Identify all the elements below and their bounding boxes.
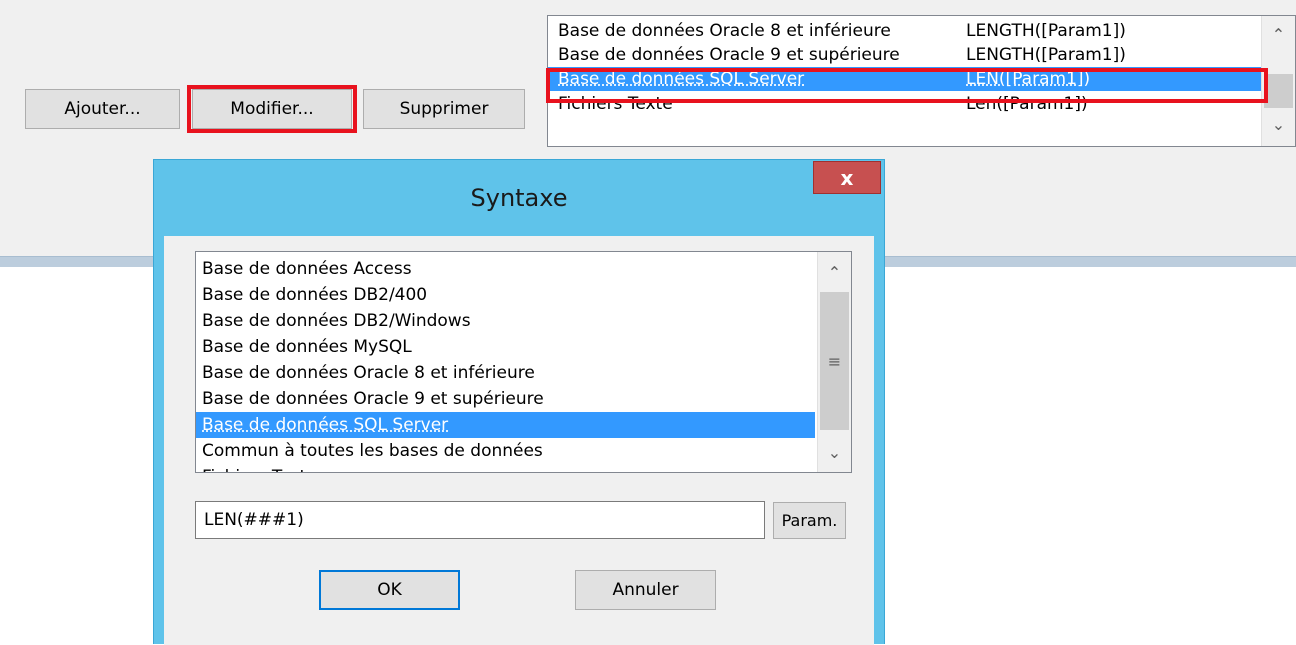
scroll-up-arrow-icon[interactable]: ⌃ <box>818 258 851 286</box>
add-button[interactable]: Ajouter... <box>25 89 180 129</box>
list-item[interactable]: Base de données SQL Server <box>196 412 815 438</box>
list-item[interactable]: Base de données DB2/400 <box>196 282 815 308</box>
param-button[interactable]: Param. <box>773 502 846 539</box>
list-item[interactable]: Fichiers Texte <box>196 464 815 472</box>
cancel-button[interactable]: Annuler <box>575 570 716 610</box>
table-cell-syntax: Len([Param1]) <box>966 94 1088 114</box>
ok-button[interactable]: OK <box>319 570 460 610</box>
syntax-dialog: Syntaxe x Fichiers Texte Commun à toutes … <box>153 159 885 645</box>
scroll-grip-icon: ≡ <box>827 351 842 371</box>
list-item-label: Base de données MySQL <box>202 337 412 357</box>
list-item[interactable]: Base de données Access <box>196 256 815 282</box>
list-item[interactable]: Base de données MySQL <box>196 334 815 360</box>
list-item[interactable]: Base de données Oracle 9 et supérieure <box>196 386 815 412</box>
table-cell-database: Fichiers Texte <box>558 94 673 114</box>
table-row[interactable]: Fichiers Texte Len([Param1]) <box>548 92 1262 116</box>
table-cell-database: Base de données SQL Server <box>558 69 805 89</box>
table-cell-syntax: LENGTH([Param1]) <box>966 21 1126 41</box>
list-item-label: Commun à toutes les bases de données <box>202 441 543 461</box>
dialog-title: Syntaxe <box>470 184 568 212</box>
table-cell-database: Base de données Oracle 9 et supérieure <box>558 45 900 65</box>
table-cell-syntax: LENGTH([Param1]) <box>966 45 1126 65</box>
syntax-input[interactable] <box>195 501 765 539</box>
list-item-label: Fichiers Texte <box>202 467 317 472</box>
scroll-down-arrow-icon[interactable]: ⌄ <box>818 438 851 466</box>
scroll-up-arrow-icon[interactable]: ⌃ <box>1262 20 1295 48</box>
table-cell-database: Base de données Oracle 8 et inférieure <box>558 21 891 41</box>
table-row[interactable]: Base de données SQL Server LEN([Param1]) <box>548 67 1262 91</box>
list-item-label: Base de données SQL Server <box>202 415 449 435</box>
list-item[interactable]: Base de données DB2/Windows <box>196 308 815 334</box>
database-list[interactable]: Fichiers Texte Commun à toutes les bases … <box>195 251 852 473</box>
close-icon[interactable]: x <box>813 161 881 194</box>
edit-button[interactable]: Modifier... <box>192 89 352 129</box>
table-row[interactable]: Base de données Oracle 9 et supérieure LE… <box>548 43 1262 67</box>
list-item[interactable]: Commun à toutes les bases de données <box>196 438 815 464</box>
list-item-label: Base de données Oracle 8 et inférieure <box>202 363 535 383</box>
dialog-client-area: Fichiers Texte Commun à toutes les bases … <box>164 236 874 645</box>
list-item-label: Base de données Access <box>202 259 412 279</box>
database-list-scrollbar[interactable]: ⌃ ≡ ⌄ <box>817 252 851 472</box>
table-row[interactable]: Base de données Oracle 8 et inférieure LE… <box>548 19 1262 43</box>
syntax-table-list[interactable]: Fichiers Texte Len([Param1]) Base de donné… <box>547 15 1296 147</box>
table-scrollbar[interactable]: ⌃ ⌄ <box>1261 16 1295 146</box>
delete-button[interactable]: Supprimer <box>363 89 525 129</box>
list-item-label: Base de données Oracle 9 et supérieure <box>202 389 544 409</box>
table-scrollbar-thumb[interactable] <box>1264 74 1293 108</box>
list-item-label: Base de données DB2/Windows <box>202 311 471 331</box>
list-item[interactable]: Base de données Oracle 8 et inférieure <box>196 360 815 386</box>
table-cell-syntax: LEN([Param1]) <box>966 69 1091 89</box>
list-item-label: Base de données DB2/400 <box>202 285 428 305</box>
scroll-down-arrow-icon[interactable]: ⌄ <box>1262 110 1295 138</box>
